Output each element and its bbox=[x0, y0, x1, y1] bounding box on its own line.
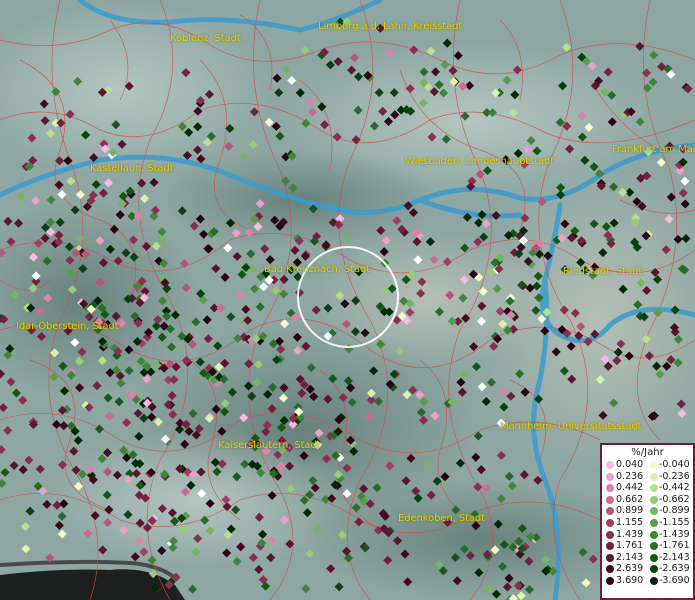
city-label-wiesbaden: Wiesbaden, Landeshauptstadt bbox=[405, 156, 555, 167]
legend-swatch-positive bbox=[606, 530, 614, 539]
legend-swatch-positive bbox=[606, 495, 614, 504]
legend-value-positive: 2.143 bbox=[616, 551, 644, 563]
city-label-koblenz: Koblenz, Stadt bbox=[170, 33, 241, 44]
legend-value-negative: -0.899 bbox=[659, 505, 690, 517]
legend-swatch-negative bbox=[650, 576, 658, 585]
legend-swatch-positive bbox=[606, 507, 614, 516]
legend-value-negative: -1.439 bbox=[659, 528, 690, 540]
legend-value-negative: -0.040 bbox=[659, 459, 690, 470]
legend-swatch-negative bbox=[650, 472, 658, 481]
legend-row: 2.639 -2.639 bbox=[602, 563, 693, 575]
city-label-limburg: Limburg a.d. Lahn, Kreisstadt bbox=[318, 21, 463, 32]
legend-value-positive: 0.442 bbox=[616, 482, 644, 494]
legend-swatch-negative bbox=[650, 530, 658, 539]
legend-row: 1.439 -1.439 bbox=[602, 529, 693, 541]
legend-swatch-positive bbox=[606, 472, 614, 481]
legend-swatch-positive bbox=[606, 518, 614, 527]
legend-swatch-negative bbox=[650, 565, 658, 574]
legend-value-negative: -0.662 bbox=[659, 493, 690, 505]
legend-rows: 0.040 -0.040 0.236 -0.236 0.442 -0.442 0.662 -0… bbox=[602, 459, 693, 587]
legend-value-positive: 3.690 bbox=[616, 574, 644, 586]
legend-row: 1.155 -1.155 bbox=[602, 517, 693, 529]
map-view[interactable]: Koblenz, Stadt Limburg a.d. Lahn, Kreiss… bbox=[0, 0, 695, 600]
legend-row: 0.442 -0.442 bbox=[602, 482, 693, 494]
legend-value-negative: -2.143 bbox=[659, 551, 690, 563]
legend-swatch-positive bbox=[606, 484, 614, 493]
legend-row: 2.143 -2.143 bbox=[602, 552, 693, 564]
legend-value-negative: -1.155 bbox=[659, 516, 690, 528]
legend-swatch-negative bbox=[650, 495, 658, 504]
legend-swatch-positive bbox=[606, 553, 614, 562]
legend-value-positive: 1.155 bbox=[616, 516, 644, 528]
legend-value-negative: -1.761 bbox=[659, 540, 690, 552]
legend-value-positive: 0.236 bbox=[616, 470, 644, 482]
legend-row: 1.761 -1.761 bbox=[602, 540, 693, 552]
legend-swatch-negative bbox=[650, 518, 658, 527]
terrain-layer bbox=[0, 0, 695, 600]
legend-value-positive: 1.439 bbox=[616, 528, 644, 540]
legend-value-negative: -3.690 bbox=[659, 574, 690, 586]
legend-value-negative: -0.236 bbox=[659, 470, 690, 482]
legend-swatch-negative bbox=[650, 484, 658, 493]
legend-row: 0.236 -0.236 bbox=[602, 471, 693, 483]
city-label-mannheim: Mannheim, Universitätsstadt bbox=[500, 421, 642, 432]
legend-row: 3.690 -3.690 bbox=[602, 575, 693, 587]
legend-row: 0.662 -0.662 bbox=[602, 494, 693, 506]
city-label-bad-kreuznach: Bad Kreuznach, Stadt bbox=[264, 264, 371, 275]
legend-swatch-negative bbox=[650, 507, 658, 516]
legend-row: 0.899 -0.899 bbox=[602, 505, 693, 517]
legend-swatch-positive bbox=[606, 576, 614, 585]
city-label-kaiserslautern: Kaiserslautern, Stadt bbox=[218, 440, 321, 451]
legend-swatch-positive bbox=[606, 461, 614, 469]
legend-swatch-negative bbox=[650, 542, 658, 551]
city-label-edenkoben: Edenkoben, Stadt bbox=[398, 513, 485, 524]
city-label-frankfurt: Frankfurt am Main bbox=[612, 144, 695, 155]
legend-swatch-positive bbox=[606, 542, 614, 551]
legend-title: %/Jahr bbox=[631, 447, 664, 458]
legend-value-positive: 0.662 bbox=[616, 493, 644, 505]
legend-swatch-negative bbox=[650, 553, 658, 562]
city-label-riedstadt: Riedstadt, Stadt bbox=[563, 266, 643, 277]
legend-value-positive: 1.761 bbox=[616, 540, 644, 552]
legend-value-positive: 0.040 bbox=[616, 459, 644, 470]
legend-swatch-positive bbox=[606, 565, 614, 574]
city-label-idar-oberstein: Idar-Oberstein, Stadt bbox=[16, 321, 119, 332]
legend-value-positive: 0.899 bbox=[616, 505, 644, 517]
legend-value-positive: 2.639 bbox=[616, 563, 644, 575]
city-label-kastellaun: Kastellaun, Stadt bbox=[90, 163, 174, 174]
legend: %/Jahr 0.040 -0.040 0.236 -0.236 0.442 -0.442… bbox=[600, 443, 695, 600]
legend-swatch-negative bbox=[650, 461, 658, 469]
legend-value-negative: -0.442 bbox=[659, 482, 690, 494]
legend-row: 0.040 -0.040 bbox=[602, 459, 693, 471]
legend-value-negative: -2.639 bbox=[659, 563, 690, 575]
